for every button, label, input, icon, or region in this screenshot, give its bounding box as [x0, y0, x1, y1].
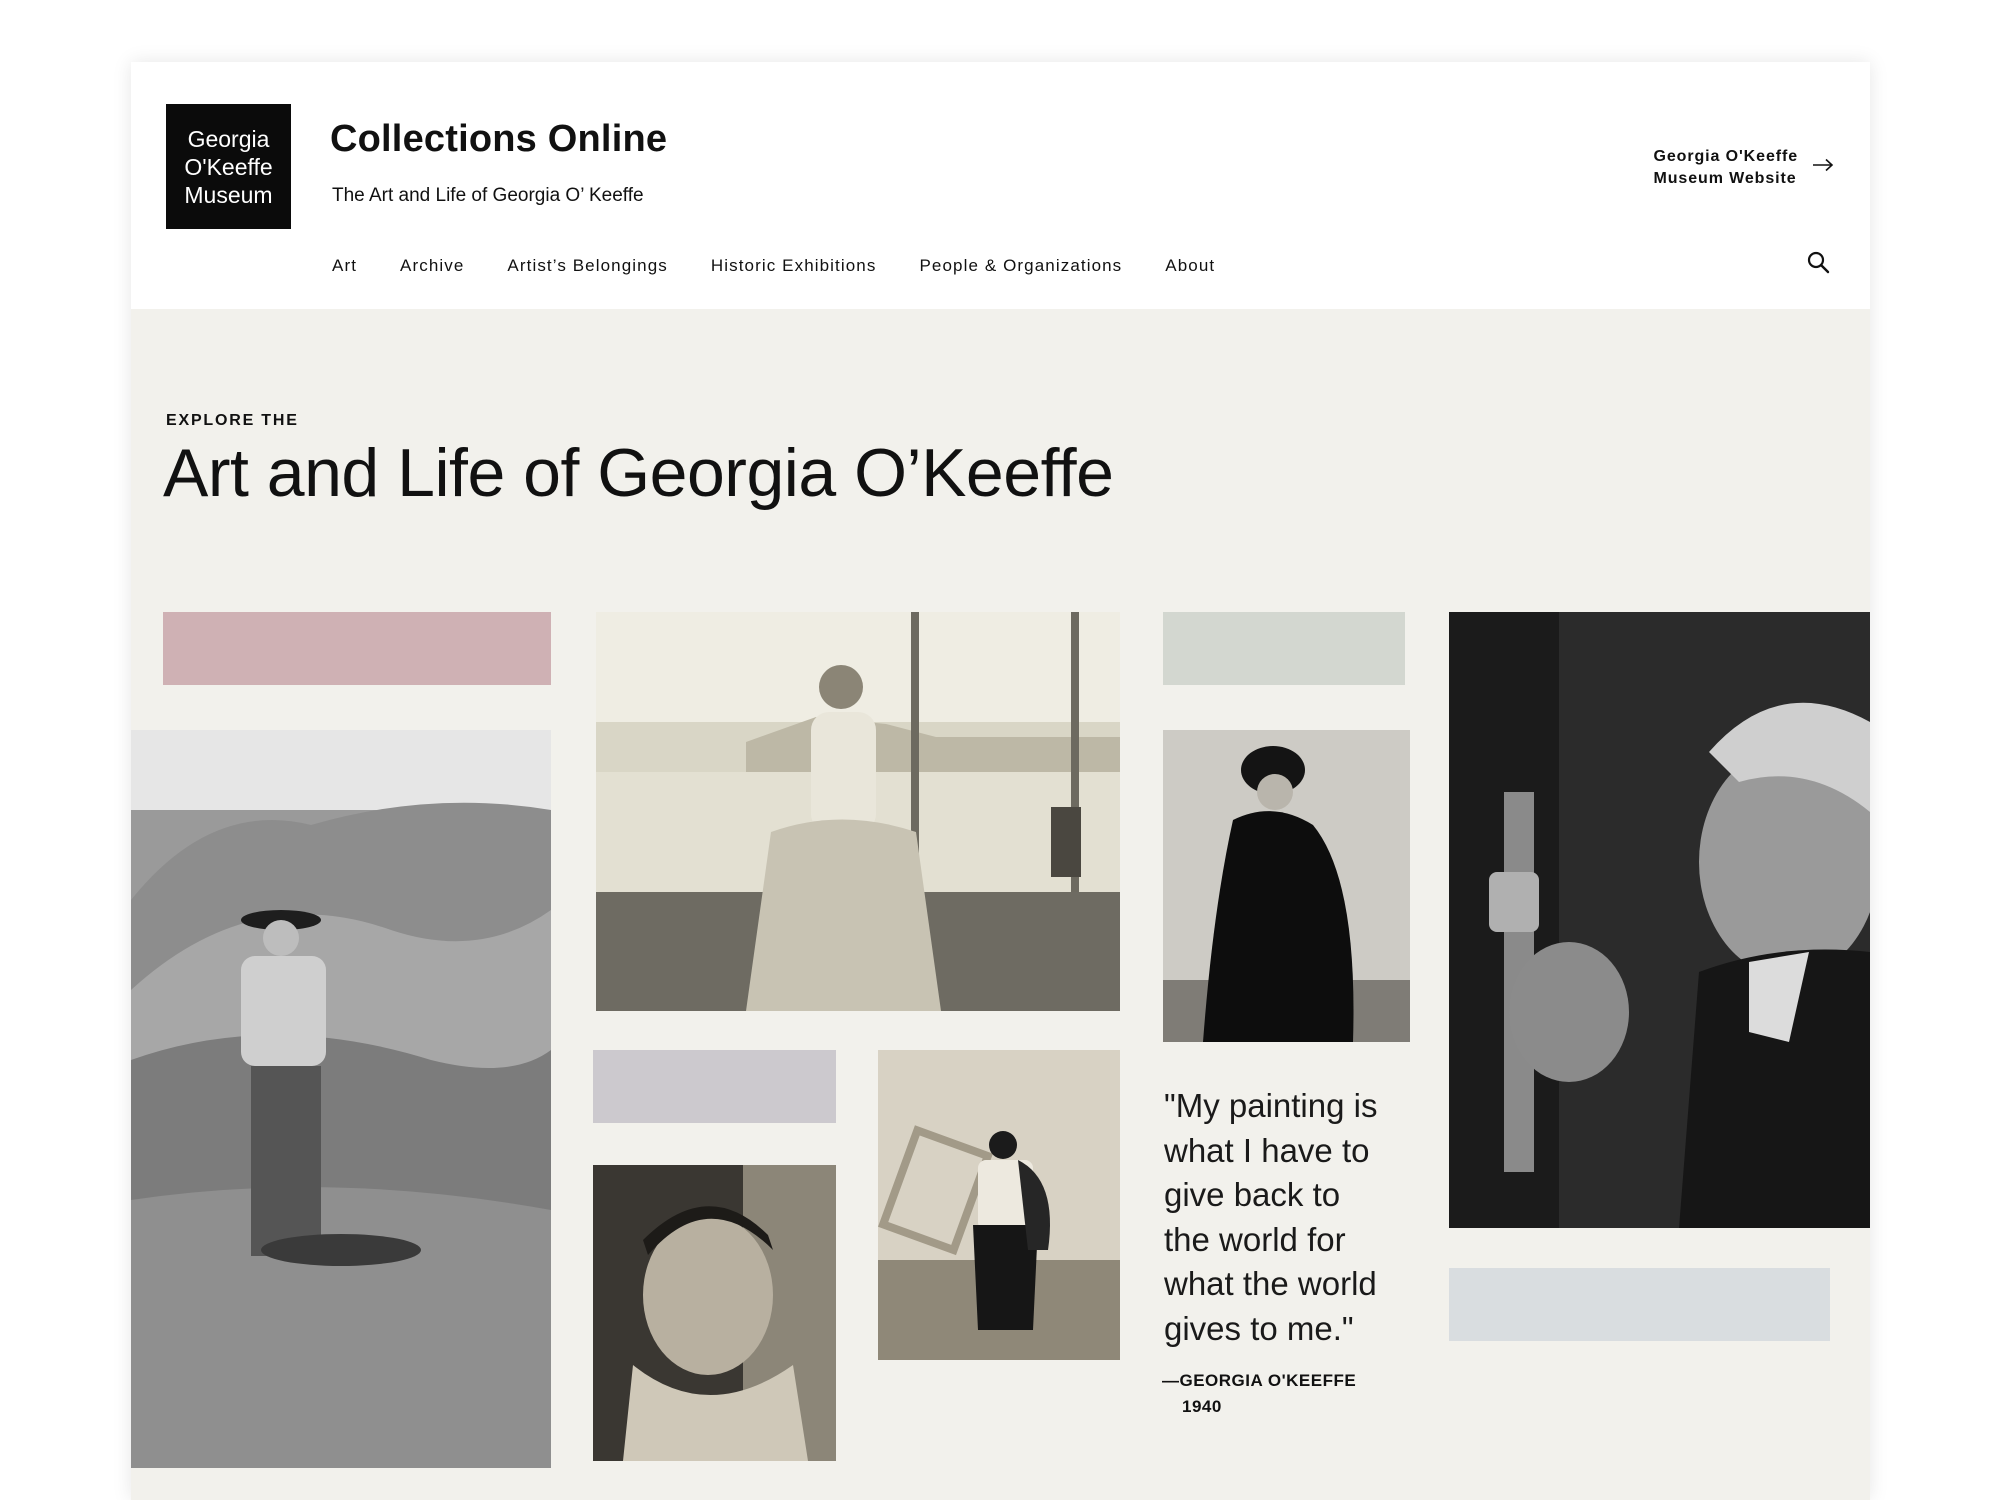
- logo-line-2: O'Keeffe: [184, 153, 273, 180]
- search-button[interactable]: [1804, 250, 1832, 278]
- logo-line-3: Museum: [184, 181, 273, 208]
- quote-year: 1940: [1182, 1397, 1222, 1416]
- logo-line-1: Georgia: [187, 125, 270, 152]
- swatch-sage: [1163, 612, 1405, 685]
- museum-website-link-text: Georgia O'Keeffe Museum Website: [1654, 146, 1798, 190]
- photo-okeeffe-in-hills[interactable]: [131, 730, 551, 1468]
- photo-okeeffe-carrying-canvas[interactable]: [878, 1050, 1120, 1360]
- museum-logo[interactable]: Georgia O'Keeffe Museum: [166, 104, 291, 229]
- app-subtitle: The Art and Life of Georgia O’ Keeffe: [332, 185, 644, 206]
- nav-item-archive[interactable]: Archive: [400, 256, 464, 276]
- nav-item-artists-belongings[interactable]: Artist’s Belongings: [507, 256, 667, 276]
- arrow-right-icon: [1812, 157, 1834, 179]
- swatch-blue-gray: [1449, 1268, 1830, 1341]
- search-icon: [1806, 250, 1830, 279]
- quote-author: —GEORGIA O'KEEFFE: [1162, 1371, 1357, 1390]
- nav-item-people-organizations[interactable]: People & Organizations: [919, 256, 1122, 276]
- main-nav: Art Archive Artist’s Belongings Historic…: [332, 256, 1258, 276]
- swatch-lavender: [593, 1050, 836, 1123]
- museum-website-link-line-1: Georgia O'Keeffe: [1653, 148, 1798, 165]
- photo-okeeffe-black-cloak[interactable]: [1163, 730, 1410, 1042]
- photo-okeeffe-by-window[interactable]: [596, 612, 1120, 1011]
- nav-item-historic-exhibitions[interactable]: Historic Exhibitions: [711, 256, 877, 276]
- hero-title: Art and Life of Georgia O’Keeffe: [163, 435, 1114, 511]
- site-header: Georgia O'Keeffe Museum Collections Onli…: [131, 62, 1870, 309]
- nav-item-art[interactable]: Art: [332, 256, 357, 276]
- swatch-rose: [163, 612, 551, 685]
- nav-item-about[interactable]: About: [1165, 256, 1215, 276]
- museum-website-link-line-2: Museum Website: [1653, 170, 1797, 187]
- photo-okeeffe-portrait[interactable]: [593, 1165, 836, 1461]
- quote-attribution: —GEORGIA O'KEEFFE 1940: [1162, 1368, 1356, 1420]
- museum-website-link[interactable]: Georgia O'Keeffe Museum Website: [1654, 146, 1834, 190]
- quote-text: "My painting is what I have to give back…: [1164, 1087, 1378, 1347]
- photo-okeeffe-with-camera[interactable]: [1449, 612, 1870, 1228]
- page-frame: Georgia O'Keeffe Museum Collections Onli…: [131, 62, 1870, 1500]
- hero-eyebrow: EXPLORE THE: [166, 412, 299, 429]
- app-title[interactable]: Collections Online: [330, 118, 667, 161]
